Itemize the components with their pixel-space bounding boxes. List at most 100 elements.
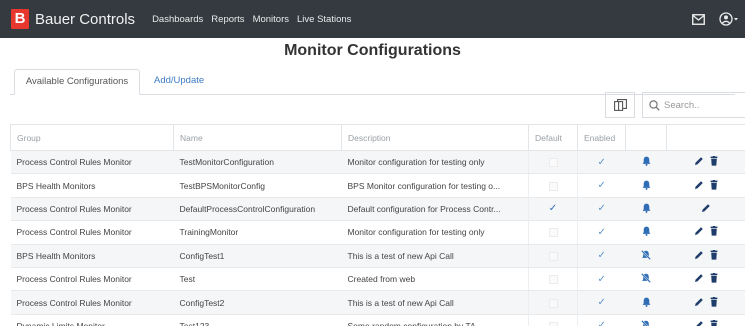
check-icon: ✓ xyxy=(597,273,606,285)
table-row[interactable]: BPS Health Monitors TestBPSMonitorConfig B… xyxy=(10,173,745,198)
cell-actions xyxy=(666,220,745,245)
cell-enabled[interactable]: ✓ xyxy=(577,290,626,315)
table-row[interactable]: Process Control Rules Monitor Test Created… xyxy=(10,267,745,292)
mail-icon[interactable] xyxy=(692,13,705,25)
table-row[interactable]: Process Control Rules Monitor ConfigTest2… xyxy=(10,290,745,315)
delete-trash-icon[interactable] xyxy=(710,249,718,260)
delete-trash-icon[interactable] xyxy=(710,179,718,190)
table-row[interactable]: Process Control Rules Monitor DefaultProc… xyxy=(10,197,745,222)
cell-description: Created from web xyxy=(341,267,529,292)
row-actions xyxy=(694,319,718,326)
nav-link-reports[interactable]: Reports xyxy=(211,14,244,25)
column-header-actions xyxy=(666,124,745,151)
cell-alert[interactable] xyxy=(625,220,667,245)
table-row[interactable]: BPS Health Monitors ConfigTest1 This is a … xyxy=(10,244,745,268)
bell-slash-icon xyxy=(641,249,651,260)
cell-alert[interactable] xyxy=(625,244,667,268)
cell-default[interactable] xyxy=(528,220,578,245)
cell-default[interactable] xyxy=(528,150,578,175)
cell-alert[interactable] xyxy=(625,197,667,222)
cell-actions xyxy=(666,290,745,315)
nav-link-live-stations[interactable]: Live Stations xyxy=(297,14,351,25)
edit-pencil-icon[interactable] xyxy=(694,297,704,307)
cell-default[interactable]: ✓ xyxy=(528,197,578,222)
cell-group: BPS Health Monitors xyxy=(10,244,174,268)
edit-pencil-icon[interactable] xyxy=(694,250,704,260)
user-account-icon[interactable] xyxy=(719,12,739,26)
cell-default[interactable] xyxy=(528,244,578,268)
bell-icon xyxy=(642,156,650,167)
search-input[interactable] xyxy=(664,99,734,111)
cell-description: This is a test of new Api Call xyxy=(341,290,529,315)
cell-enabled[interactable]: ✓ xyxy=(577,267,626,292)
edit-pencil-icon[interactable] xyxy=(694,180,704,190)
columns-toggle-button[interactable] xyxy=(605,92,635,118)
cell-enabled[interactable]: ✓ xyxy=(577,197,626,222)
row-actions xyxy=(694,156,718,166)
delete-trash-icon[interactable] xyxy=(710,156,718,166)
brand-name[interactable]: Bauer Controls xyxy=(35,11,135,28)
row-actions xyxy=(694,179,718,190)
row-actions xyxy=(694,226,718,236)
edit-pencil-icon[interactable] xyxy=(694,273,704,283)
cell-alert[interactable] xyxy=(625,314,667,326)
cell-enabled[interactable]: ✓ xyxy=(577,173,626,198)
cell-description: Monitor configuration for testing only xyxy=(341,150,529,175)
cell-name: TrainingMonitor xyxy=(173,220,342,245)
cell-actions xyxy=(666,173,745,198)
bell-icon xyxy=(642,226,650,237)
column-header-enabled[interactable]: Enabled xyxy=(577,124,626,151)
column-header-name[interactable]: Name xyxy=(173,124,342,151)
nav-link-monitors[interactable]: Monitors xyxy=(253,14,289,25)
cell-group: BPS Health Monitors xyxy=(10,173,174,198)
cell-alert[interactable] xyxy=(625,150,667,175)
column-header-group[interactable]: Group xyxy=(10,124,174,151)
table-row[interactable]: Dynamic Limits Monitor Test123 Some random… xyxy=(10,314,745,326)
table-body: Process Control Rules Monitor Test Monitor… xyxy=(10,150,745,326)
table-row[interactable]: Process Control Rules Monitor TrainingMon… xyxy=(10,220,745,245)
edit-pencil-icon[interactable] xyxy=(694,156,704,166)
cell-default[interactable] xyxy=(528,267,578,292)
cell-alert[interactable] xyxy=(625,290,667,315)
table-row[interactable]: Process Control Rules Monitor TestMonitor… xyxy=(10,150,745,175)
delete-trash-icon[interactable] xyxy=(710,319,718,326)
edit-pencil-icon[interactable] xyxy=(694,320,704,326)
check-icon: ✓ xyxy=(597,203,606,215)
checkbox-unchecked xyxy=(548,181,558,191)
column-header-default[interactable]: Default xyxy=(528,124,578,151)
check-icon: ✓ xyxy=(548,203,558,215)
cell-group: Process Control Rules Monitor xyxy=(10,290,174,315)
top-navbar: B Bauer Controls Dashboards Reports Moni… xyxy=(0,0,745,38)
tab-available-configurations[interactable]: Available Configurations xyxy=(14,69,140,95)
nav-link-dashboards[interactable]: Dashboards xyxy=(152,14,203,25)
cell-alert[interactable] xyxy=(625,267,667,292)
configurations-table: Group Name Description Default Enabled P… xyxy=(10,124,745,326)
cell-name: Test123 xyxy=(173,314,342,326)
cell-default[interactable] xyxy=(528,290,578,315)
row-actions xyxy=(701,203,711,213)
row-actions xyxy=(694,296,718,307)
check-icon: ✓ xyxy=(597,226,606,238)
cell-enabled[interactable]: ✓ xyxy=(577,314,626,326)
column-header-alerts xyxy=(625,124,667,151)
cell-actions xyxy=(666,314,745,326)
delete-trash-icon[interactable] xyxy=(710,226,718,236)
cell-enabled[interactable]: ✓ xyxy=(577,220,626,245)
search-box xyxy=(642,92,745,118)
edit-pencil-icon[interactable] xyxy=(694,226,704,236)
cell-enabled[interactable]: ✓ xyxy=(577,150,626,175)
delete-trash-icon[interactable] xyxy=(710,273,718,283)
bell-icon xyxy=(642,297,650,307)
delete-trash-icon[interactable] xyxy=(710,296,718,307)
cell-alert[interactable] xyxy=(625,173,667,198)
cell-default[interactable] xyxy=(528,314,578,326)
cell-enabled[interactable]: ✓ xyxy=(577,244,626,268)
edit-pencil-icon[interactable] xyxy=(701,203,711,213)
checkbox-unchecked xyxy=(548,322,558,326)
column-header-description[interactable]: Description xyxy=(341,124,529,151)
cell-default[interactable] xyxy=(528,173,578,198)
check-icon: ✓ xyxy=(597,180,606,192)
tab-add-update[interactable]: Add/Update xyxy=(148,69,210,95)
brand-logo[interactable]: B xyxy=(11,9,29,29)
cell-name: Test xyxy=(173,267,342,292)
